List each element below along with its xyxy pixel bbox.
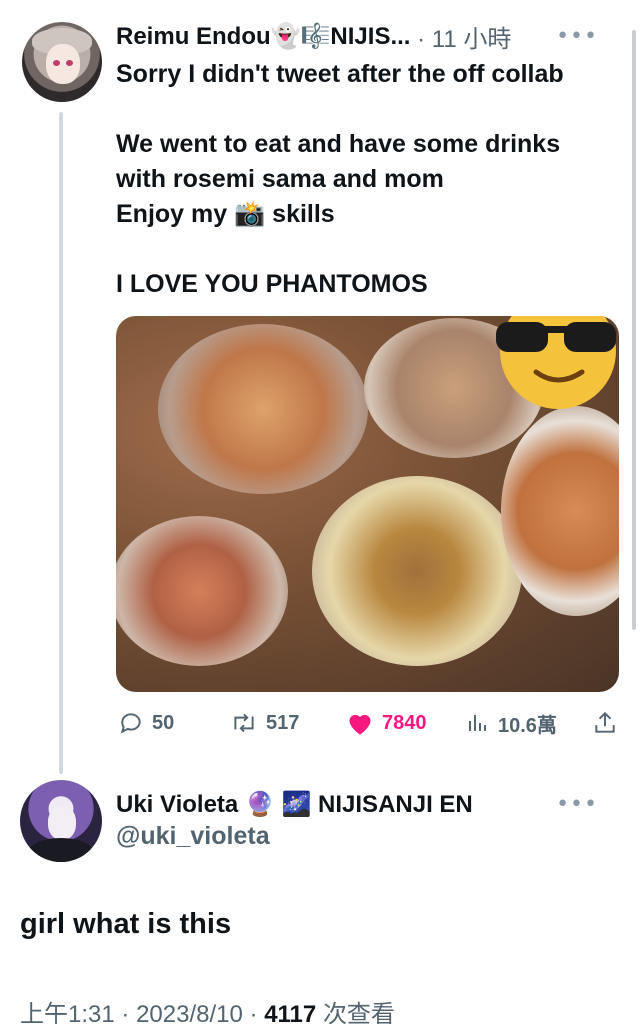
tweet-views-label: 次查看 — [322, 1001, 395, 1024]
avatar-coat — [28, 838, 94, 862]
food-plate — [158, 324, 368, 494]
author-name[interactable]: Uki Violeta 🔮 🌌 NIJISANJI EN — [116, 790, 473, 819]
analytics-bars-icon — [469, 715, 486, 731]
tweet-text-line: with rosemi sama and mom — [116, 165, 444, 193]
avatar[interactable] — [20, 780, 102, 862]
tweet-text-line — [116, 232, 624, 267]
tweet-text: Sorry I didn't tweet after the off colla… — [116, 57, 624, 302]
tweet-header: Reimu Endou👻🎼NIJIS... · 11 小時 ••• — [116, 19, 620, 54]
avatar-face — [46, 44, 80, 84]
separator: · — [249, 1001, 265, 1024]
share-button[interactable] — [592, 700, 618, 746]
tweet-date[interactable]: 2023/8/10 — [136, 1001, 243, 1024]
repost-icon — [234, 713, 254, 733]
thread-line — [59, 112, 63, 774]
reply-button[interactable]: 50 — [118, 700, 174, 746]
tweet-text-line — [116, 92, 624, 127]
tweet-header: Uki Violeta 🔮 🌌 NIJISANJI EN ••• — [116, 788, 620, 820]
food-plate — [312, 476, 522, 666]
reply-icon — [120, 713, 141, 734]
author-name[interactable]: Reimu Endou👻🎼NIJIS... — [116, 22, 410, 51]
repost-button[interactable]: 517 — [230, 700, 299, 746]
reply-count: 50 — [152, 711, 175, 734]
tweet-text-line: Sorry I didn't tweet after the off colla… — [116, 60, 564, 88]
tweet-text-line: Enjoy my 📸 skills — [116, 200, 335, 228]
avatar-eye — [66, 60, 73, 66]
tweet-views-count: 4117 — [264, 1001, 317, 1024]
scrollbar[interactable] — [632, 30, 636, 630]
sunglasses-emoji-icon — [496, 316, 616, 409]
timestamp[interactable]: · 11 小時 — [410, 19, 511, 54]
tweet-text: girl what is this — [20, 908, 232, 940]
tweet-text-line: I LOVE YOU PHANTOMOS — [116, 270, 428, 298]
more-options-icon[interactable]: ••• — [556, 792, 598, 817]
food-plate — [116, 516, 288, 666]
time-text: 11 小時 — [431, 25, 512, 53]
tweet-text-line: We went to eat and have some drinks — [116, 130, 561, 158]
share-icon — [595, 711, 615, 733]
like-count: 7840 — [382, 711, 427, 734]
heart-filled-icon — [349, 714, 371, 735]
avatar-face — [48, 806, 76, 840]
avatar[interactable] — [22, 22, 102, 102]
tweet-time[interactable]: 上午1:31 — [20, 1001, 115, 1024]
author-handle[interactable]: @uki_violeta — [116, 822, 270, 851]
tweet-photo[interactable] — [116, 316, 619, 692]
view-count: 10.6萬 — [498, 714, 557, 737]
tweet-meta: 上午1:31 · 2023/8/10 · 4117 次查看 — [20, 994, 395, 1024]
views-button[interactable]: 10.6萬 — [466, 700, 557, 746]
tweet-actions: 50 517 7840 10.6萬 — [116, 700, 620, 746]
like-button[interactable]: 7840 — [346, 700, 427, 746]
avatar-eye — [53, 60, 60, 66]
repost-count: 517 — [266, 711, 300, 734]
more-options-icon[interactable]: ••• — [556, 24, 598, 49]
separator: · — [121, 1001, 137, 1024]
